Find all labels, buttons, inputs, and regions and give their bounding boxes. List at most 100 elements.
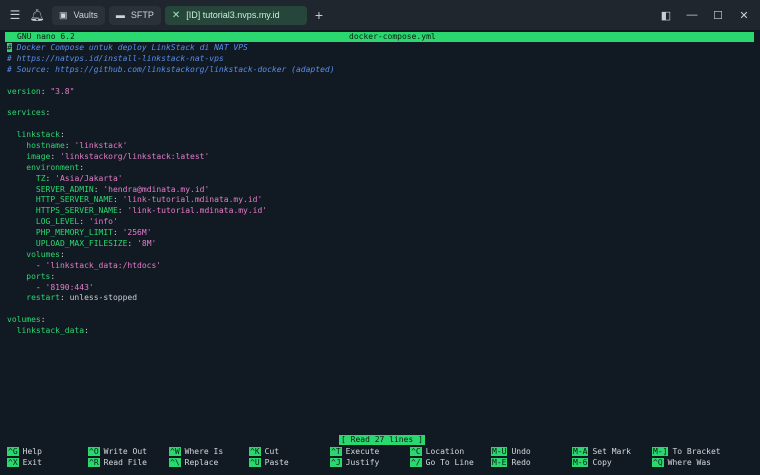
code-token: '256M' <box>122 228 152 238</box>
tab-label: [ID] tutorial3.nvps.my.id <box>186 10 280 20</box>
shortcut-key: ^C <box>410 447 422 456</box>
shortcut-key: M-E <box>491 458 508 467</box>
shortcut-label: Paste <box>264 458 289 467</box>
code-line: restart: unless-stopped <box>7 293 755 304</box>
code-line: PHP_MEMORY_LIMIT: '256M' <box>7 228 755 239</box>
code-token: 'link-tutorial.mdinata.my.id' <box>127 206 268 216</box>
code-token: : <box>59 249 65 259</box>
code-line: - 'linkstack_data:/htdocs' <box>7 261 755 272</box>
shortcut-redo: M-E Redo <box>491 457 531 468</box>
code-token: : <box>50 271 56 281</box>
code-token: - <box>7 260 46 270</box>
minimize-icon[interactable]: — <box>680 4 704 26</box>
shortcut-key: ^\ <box>169 458 181 467</box>
shortcut-go-to-line: ^/Go To Line <box>410 457 474 468</box>
close-icon[interactable]: ✕ <box>172 10 180 21</box>
nano-version: GNU nano 6.2 <box>17 32 75 41</box>
code-line: volumes: <box>7 315 755 326</box>
lock-icon: ▣ <box>59 9 68 20</box>
code-token: 'linkstack_data:/htdocs' <box>45 260 162 270</box>
code-token: # Source: https://github.com/linkstackor… <box>7 64 335 74</box>
code-token: 'link-tutorial.mdinata.my.id' <box>122 195 263 205</box>
code-line: SERVER_ADMIN: 'hendra@mdinata.my.id' <box>7 185 755 196</box>
code-token: hostname <box>7 141 65 151</box>
menu-icon[interactable]: ☰ <box>4 4 26 26</box>
shortcut-label: Cut <box>264 447 280 456</box>
code-token: "3.8" <box>50 86 75 96</box>
tab-sftp[interactable]: ▬ SFTP <box>108 5 161 25</box>
code-token: : <box>112 195 123 205</box>
shortcut-execute: ^T Execute <box>330 446 379 457</box>
code-token: linkstack <box>7 130 60 140</box>
sidebar-toggle-icon[interactable]: ◧ <box>654 4 678 26</box>
shortcut-write-out: ^O Write Out <box>88 446 147 457</box>
tab-vaults[interactable]: ▣ Vaults <box>52 5 105 25</box>
code-line: UPLOAD_MAX_FILESIZE: '8M' <box>7 239 755 250</box>
code-token: PHP_MEMORY_LIMIT <box>7 228 113 238</box>
close-window-icon[interactable]: ✕ <box>732 4 756 26</box>
code-token: services <box>7 108 46 118</box>
shortcut-key: ^X <box>7 458 19 467</box>
code-token: TZ <box>7 173 46 183</box>
code-token: version <box>7 86 41 96</box>
code-token: ports <box>7 271 51 281</box>
shortcut-row-2: ^X Exit ^R Read File ^\ Replace ^U Paste ^J Justi… <box>7 457 757 468</box>
shortcut-where-is: ^W Where Is <box>169 446 223 457</box>
code-token: '8M' <box>137 239 157 249</box>
folder-icon: ▬ <box>115 10 125 20</box>
shortcut-replace: ^\ Replace <box>169 457 218 468</box>
shortcut-label: To Bracket <box>672 447 721 456</box>
code-token: volumes <box>7 249 60 259</box>
shortcut-help: ^G Help <box>7 446 42 457</box>
code-line: HTTP_SERVER_NAME: 'link-tutorial.mdinata… <box>7 195 755 206</box>
shortcut-label: Where Is <box>184 447 224 456</box>
editor-buffer[interactable]: # Docker Compose untuk deploy LinkStack … <box>7 43 755 337</box>
tab-label: Vaults <box>73 10 98 20</box>
shortcut-exit: ^X Exit <box>7 457 42 468</box>
shortcut-justify: ^J Justify <box>330 457 379 468</box>
shortcut-key: ^O <box>88 447 100 456</box>
tab-ssh-session[interactable]: ✕ [ID] tutorial3.nvps.my.id <box>164 5 307 25</box>
shortcut-to-bracket: M-] To Bracket <box>652 446 721 457</box>
code-token: 'linkstack' <box>74 141 128 151</box>
terminal[interactable]: GNU nano 6.2 docker-compose.yml # Docker… <box>0 30 760 475</box>
shortcut-key: ^J <box>330 458 342 467</box>
shortcut-key: ^R <box>88 458 100 467</box>
shortcut-location: ^C Location <box>410 446 464 457</box>
code-token: : <box>117 206 128 216</box>
shortcut-paste: ^U Paste <box>249 457 289 468</box>
status-message: [ Read 27 lines ] <box>339 435 425 445</box>
shortcut-label: Write Out <box>103 447 147 456</box>
shortcut-undo: M-U Undo <box>491 446 531 457</box>
tab-label: SFTP <box>130 10 154 20</box>
code-token: : <box>93 184 104 194</box>
code-token: linkstack_data <box>7 326 85 336</box>
maximize-icon[interactable]: ☐ <box>706 4 730 26</box>
code-token: : <box>40 86 51 96</box>
shortcut-label: Exit <box>22 458 42 467</box>
shortcut-key: M-A <box>572 447 589 456</box>
code-line: - '8190:443' <box>7 283 755 294</box>
code-line: volumes: <box>7 250 755 261</box>
code-line: TZ: 'Asia/Jakarta' <box>7 174 755 185</box>
code-token: : <box>45 108 51 118</box>
code-token: 'Asia/Jakarta' <box>55 173 123 183</box>
bell-icon[interactable]: 🔔︎ <box>26 4 48 26</box>
shortcut-label: Set Mark <box>592 447 631 456</box>
code-line: # https://natvps.id/install-linkstack-na… <box>7 54 755 65</box>
code-token: environment <box>7 162 80 172</box>
code-token: : <box>40 315 46 325</box>
shortcut-row-1: ^G Help ^O Write Out ^W Where Is ^K Cut ^T Execut… <box>7 446 757 457</box>
code-line: hostname: 'linkstack' <box>7 141 755 152</box>
code-token: SERVER_ADMIN <box>7 184 94 194</box>
code-line: image: 'linkstackorg/linkstack:latest' <box>7 152 755 163</box>
shortcut-label: Replace <box>184 458 219 467</box>
code-line: services: <box>7 108 755 119</box>
shortcut-key: M-U <box>491 447 508 456</box>
code-line: version: "3.8" <box>7 87 755 98</box>
code-token: : <box>79 217 89 227</box>
code-token: : <box>127 239 138 249</box>
new-tab-plus-icon[interactable]: + <box>315 7 323 23</box>
shortcut-set-mark: M-A Set Mark <box>572 446 631 457</box>
